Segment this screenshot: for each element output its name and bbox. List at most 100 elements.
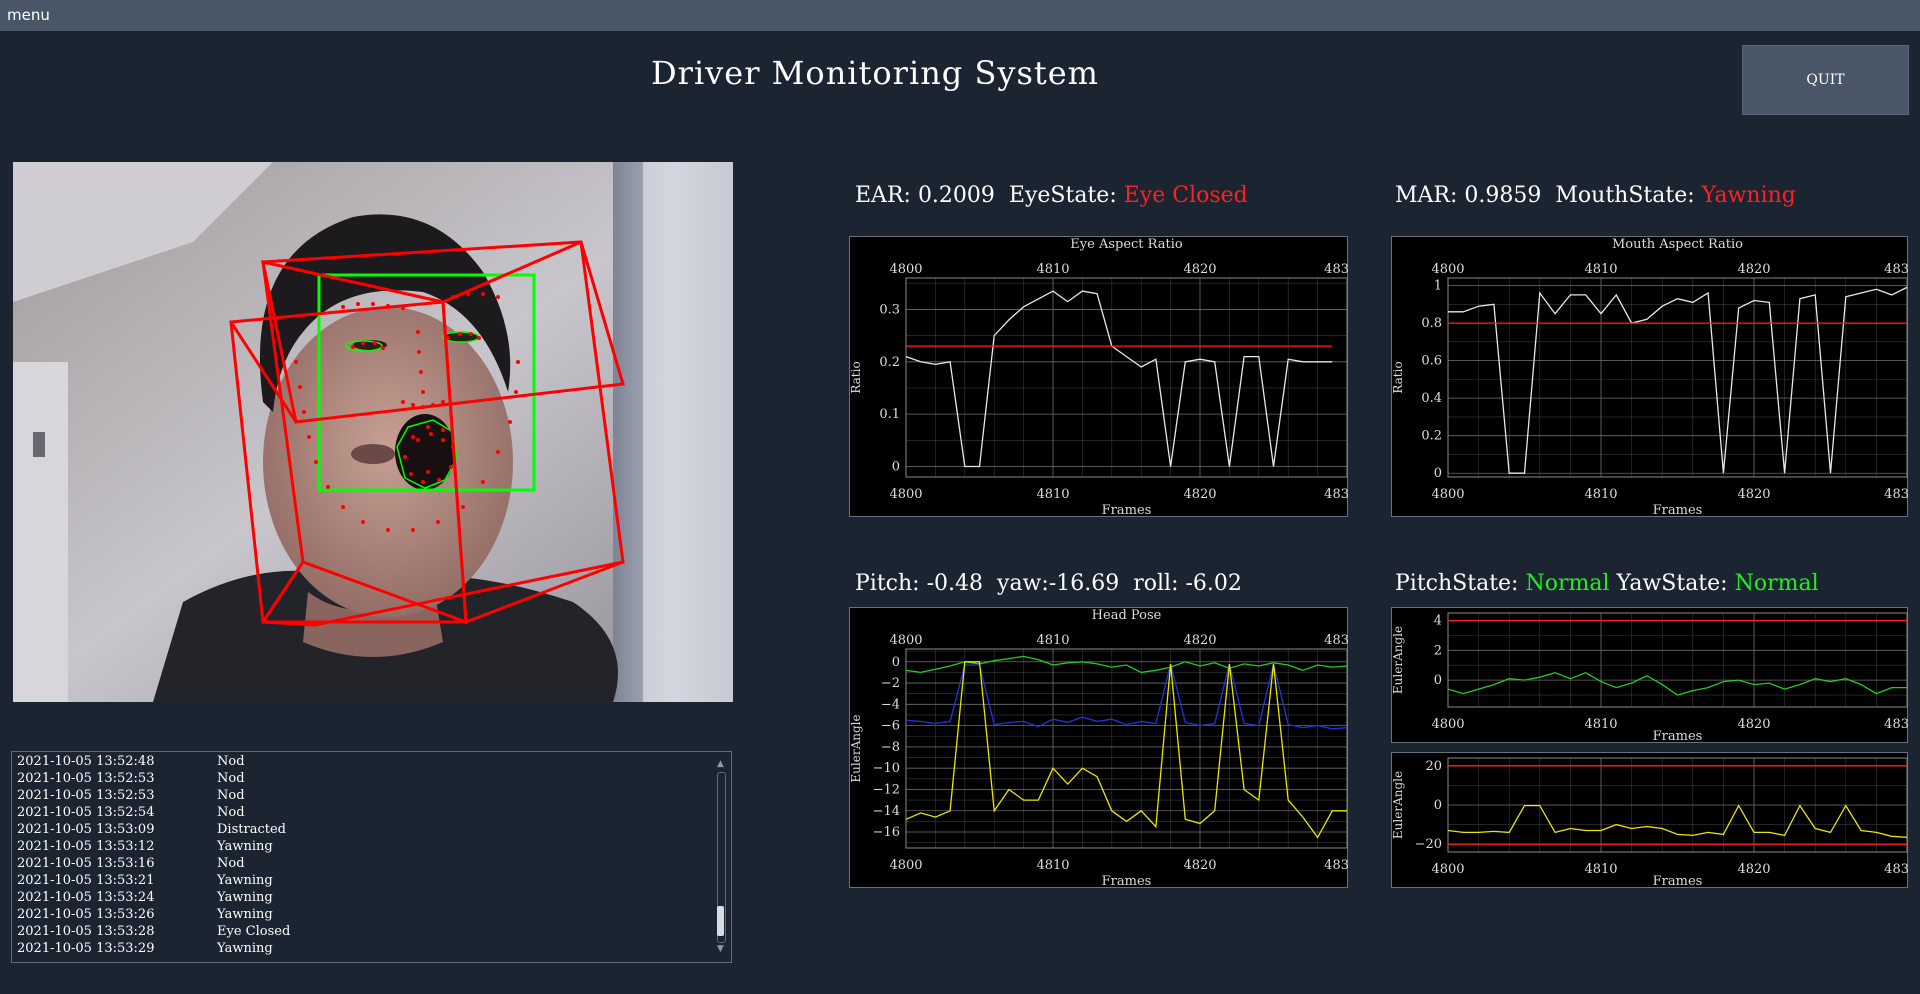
x-tick-label: 4800 bbox=[889, 487, 922, 502]
scroll-thumb[interactable] bbox=[717, 906, 724, 936]
log-entry-time: 2021-10-05 13:53:28 bbox=[17, 924, 155, 939]
head-pose-chart: Head Pose 4800 4800 4810 4810 4820 4820 483 483 0… bbox=[849, 607, 1348, 888]
log-entry-time: 2021-10-05 13:52:53 bbox=[17, 788, 155, 803]
y-tick-label: 4 bbox=[1434, 613, 1442, 628]
pitch-label: Pitch: bbox=[855, 571, 920, 596]
y-tick-label: −8 bbox=[881, 740, 900, 755]
mouth-state-label: MouthState: bbox=[1555, 183, 1695, 208]
x-tick-label-top: 483 bbox=[1324, 633, 1348, 648]
y-tick-label: 0.8 bbox=[1421, 316, 1442, 331]
x-tick-label-top: 4800 bbox=[889, 633, 922, 648]
x-tick-label: 4820 bbox=[1737, 717, 1770, 732]
x-tick-label: 483 bbox=[1884, 487, 1908, 502]
mar-value: 0.9859 bbox=[1464, 183, 1542, 208]
log-entry-event: Nod bbox=[217, 771, 245, 786]
log-entry-time: 2021-10-05 13:52:48 bbox=[17, 754, 155, 769]
y-tick-label: −16 bbox=[873, 825, 900, 840]
y-tick-label: 0.3 bbox=[879, 302, 900, 317]
y-tick-label: 0 bbox=[1434, 798, 1442, 813]
door-handle bbox=[33, 432, 45, 457]
y-tick-label: 20 bbox=[1425, 759, 1442, 774]
log-entry: 2021-10-05 13:52:54 Nod bbox=[17, 804, 709, 821]
y-tick-label: −12 bbox=[873, 782, 900, 797]
y-axis-label: Ratio bbox=[1391, 361, 1405, 393]
y-tick-label: −4 bbox=[881, 697, 900, 712]
log-entry-time: 2021-10-05 13:53:29 bbox=[17, 941, 155, 956]
log-entry-time: 2021-10-05 13:53:26 bbox=[17, 907, 155, 922]
y-tick-label: −6 bbox=[881, 719, 900, 734]
x-tick-label-top: 4820 bbox=[1183, 633, 1216, 648]
log-entry-event: Distracted bbox=[217, 822, 286, 837]
log-entry: 2021-10-05 13:53:09 Distracted bbox=[17, 821, 709, 838]
x-tick-label-top: 4800 bbox=[889, 262, 922, 277]
y-tick-label: 0 bbox=[1434, 673, 1442, 688]
y-tick-label: 0.1 bbox=[879, 407, 900, 422]
x-tick-label: 4820 bbox=[1183, 487, 1216, 502]
pitch-value: -0.48 bbox=[926, 571, 984, 596]
scroll-up-arrow-icon[interactable]: ▲ bbox=[714, 758, 727, 770]
x-tick-label-top: 483 bbox=[1884, 262, 1908, 277]
event-log[interactable]: 2021-10-05 13:52:48 Nod 2021-10-05 13:52:5… bbox=[11, 751, 732, 963]
x-tick-label-top: 4810 bbox=[1036, 262, 1069, 277]
x-tick-label-top: 4820 bbox=[1183, 262, 1216, 277]
x-tick-label-top: 4810 bbox=[1584, 262, 1617, 277]
eye-state-label: EyeState: bbox=[1008, 183, 1117, 208]
x-axis-label: Frames bbox=[1102, 874, 1152, 888]
y-tick-label: 0.4 bbox=[1421, 391, 1442, 406]
x-tick-label: 4810 bbox=[1036, 858, 1069, 873]
window-light bbox=[643, 162, 733, 702]
pitch-state-label: PitchState: bbox=[1395, 571, 1519, 596]
x-tick-label: 4800 bbox=[889, 858, 922, 873]
x-axis-label: Frames bbox=[1653, 729, 1703, 743]
log-entry-event: Yawning bbox=[217, 839, 273, 854]
chart-frame bbox=[1391, 607, 1908, 743]
log-entry-time: 2021-10-05 13:52:53 bbox=[17, 771, 155, 786]
x-tick-label: 483 bbox=[1884, 717, 1908, 732]
log-entry-time: 2021-10-05 13:53:09 bbox=[17, 822, 155, 837]
y-axis-label: EulerAngle bbox=[1391, 771, 1405, 839]
menu-button[interactable]: menu bbox=[7, 6, 50, 24]
log-entry-event: Yawning bbox=[217, 873, 273, 888]
eye-readout: EAR: 0.2009 EyeState: Eye Closed bbox=[855, 183, 1248, 208]
x-tick-label: 4810 bbox=[1584, 862, 1617, 877]
log-entry-time: 2021-10-05 13:53:12 bbox=[17, 839, 155, 854]
log-entry-event: Yawning bbox=[217, 890, 273, 905]
mouth-readout: MAR: 0.9859 MouthState: Yawning bbox=[1395, 183, 1796, 208]
log-entry-event: Nod bbox=[217, 856, 245, 871]
ear-chart: Eye Aspect Ratio 4800 4800 4810 4810 4820 4820… bbox=[849, 236, 1348, 517]
log-entry: 2021-10-05 13:53:26 Yawning bbox=[17, 906, 709, 923]
x-tick-label: 4810 bbox=[1584, 717, 1617, 732]
yaw-state-value: Normal bbox=[1734, 571, 1819, 596]
x-tick-label: 4800 bbox=[1431, 862, 1464, 877]
mar-label: MAR: bbox=[1395, 183, 1458, 208]
chart-title: Mouth Aspect Ratio bbox=[1612, 237, 1743, 252]
y-tick-label: 0 bbox=[892, 460, 900, 475]
chart-title: Eye Aspect Ratio bbox=[1070, 237, 1183, 252]
log-entry-event: Nod bbox=[217, 788, 245, 803]
x-tick-label-top: 4810 bbox=[1036, 633, 1069, 648]
pitch-chart: 4800 4810 4820 483 4 2 0 Frames EulerAngle bbox=[1391, 607, 1908, 743]
quit-button[interactable]: QUIT bbox=[1742, 45, 1909, 115]
x-axis-label: Frames bbox=[1102, 503, 1152, 517]
y-tick-label: 2 bbox=[1434, 643, 1442, 658]
scroll-down-arrow-icon[interactable]: ▼ bbox=[714, 943, 727, 955]
log-entry-time: 2021-10-05 13:53:16 bbox=[17, 856, 155, 871]
event-log-scrollbar[interactable]: ▲ ▼ bbox=[714, 758, 727, 955]
y-tick-label: 0.2 bbox=[879, 355, 900, 370]
y-tick-label: 1 bbox=[1434, 279, 1442, 294]
log-entry-event: Nod bbox=[217, 754, 245, 769]
x-tick-label: 4810 bbox=[1036, 487, 1069, 502]
y-axis-label: EulerAngle bbox=[1391, 626, 1405, 694]
chart-title: Head Pose bbox=[1092, 608, 1162, 623]
y-tick-label: −10 bbox=[873, 761, 900, 776]
camera-feed bbox=[13, 162, 733, 702]
log-entry: 2021-10-05 13:52:53 Nod bbox=[17, 787, 709, 804]
log-entry-time: 2021-10-05 13:53:21 bbox=[17, 873, 155, 888]
log-entry: 2021-10-05 13:52:53 Nod bbox=[17, 770, 709, 787]
y-tick-label: 0.6 bbox=[1421, 354, 1442, 369]
pose-readout: Pitch: -0.48 yaw:-16.69 roll: -6.02 bbox=[855, 571, 1242, 596]
log-entry: 2021-10-05 13:53:24 Yawning bbox=[17, 889, 709, 906]
yaw-chart: 4800 4810 4820 483 20 0 −20 Frames EulerAngle bbox=[1391, 752, 1908, 888]
log-entry-event: Yawning bbox=[217, 907, 273, 922]
x-tick-label: 4820 bbox=[1737, 862, 1770, 877]
